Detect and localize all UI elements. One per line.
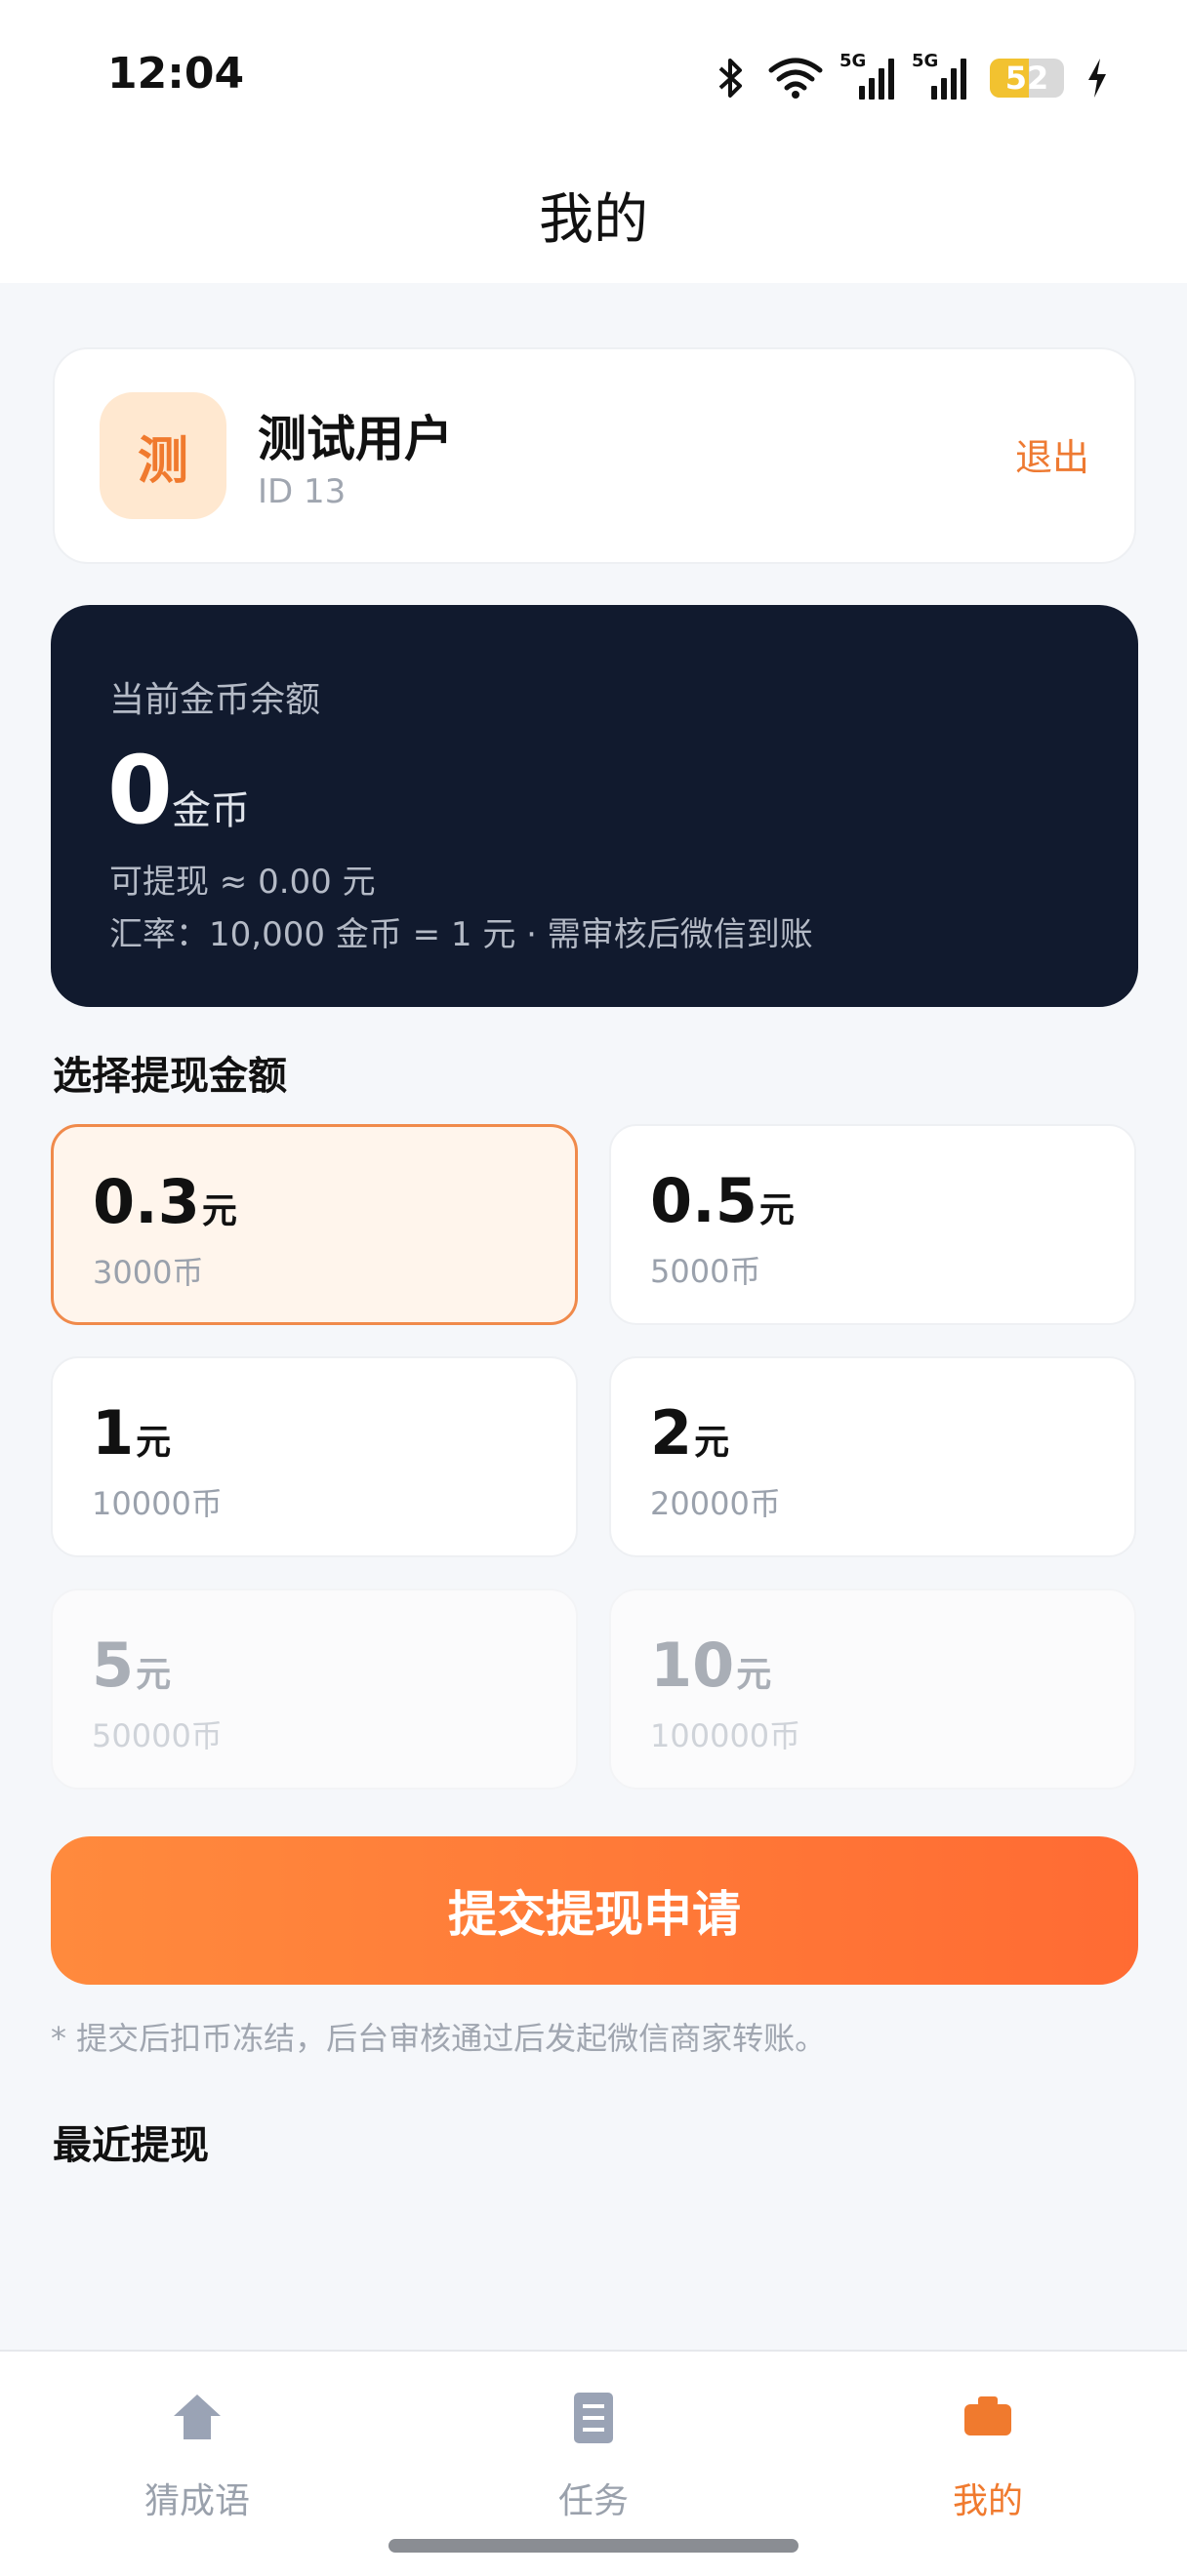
option-amount: 0.5 元 [650, 1165, 795, 1236]
balance-amount: 0 [107, 736, 173, 845]
option-coins: 20000币 [650, 1485, 781, 1522]
option-yuan: 元 [758, 1190, 795, 1230]
option-value: 0.3 [93, 1166, 200, 1237]
option-coins: 3000币 [93, 1254, 204, 1291]
withdraw-option-1[interactable]: 0.5 元 5000币 [609, 1124, 1136, 1325]
wallet-icon [964, 2396, 1011, 2435]
home-icon [174, 2395, 221, 2439]
page-title: 我的 [539, 187, 648, 252]
option-amount: 2 元 [650, 1397, 729, 1469]
withdraw-option-5: 10 元 100000币 [609, 1589, 1136, 1790]
recent-withdrawals-title: 最近提现 [53, 2123, 209, 2168]
task-list-icon [574, 2393, 613, 2443]
option-coins: 10000币 [92, 1485, 223, 1522]
network-type-1: 5G [839, 51, 867, 71]
tab-tasks[interactable]: 任务 [467, 2391, 720, 2537]
option-coins: 100000币 [650, 1717, 801, 1754]
battery-icon: 52 [990, 59, 1064, 98]
withdraw-section-title: 选择提现金额 [53, 1054, 287, 1099]
tab-label: 任务 [557, 2481, 629, 2521]
option-value: 1 [92, 1397, 135, 1469]
battery-percent: 52 [1004, 60, 1049, 97]
option-coins: 5000币 [650, 1253, 761, 1290]
withdraw-option-0[interactable]: 0.3 元 3000币 [51, 1124, 578, 1325]
submit-withdraw-button[interactable]: 提交提现申请 [51, 1836, 1138, 1985]
user-card: 测 测试用户 ID 13 退出 [53, 347, 1136, 564]
option-amount: 1 元 [92, 1397, 171, 1469]
bluetooth-icon [718, 59, 742, 98]
withdraw-option-2[interactable]: 1 元 10000币 [51, 1356, 578, 1557]
status-bar: 12:04 5G 5G 52 [0, 0, 1187, 146]
charging-icon [1088, 59, 1106, 98]
home-indicator[interactable] [389, 2539, 798, 2553]
balance-label: 当前金币余额 [109, 680, 321, 720]
page-header: 我的 [0, 146, 1187, 283]
user-id: ID 13 [258, 472, 347, 511]
withdrawable-amount: 可提现 ≈ 0.00 元 [109, 863, 376, 902]
option-value: 2 [650, 1397, 693, 1469]
user-name: 测试用户 [258, 411, 453, 467]
balance-card: 当前金币余额 0 金币 可提现 ≈ 0.00 元 汇率：10,000 金币 = … [51, 605, 1138, 1007]
option-amount: 10 元 [650, 1630, 771, 1701]
avatar: 测 [100, 392, 226, 519]
status-time: 12:04 [107, 49, 245, 99]
option-coins: 50000币 [92, 1717, 223, 1754]
signal-5g-icon-2: 5G [912, 51, 968, 100]
option-yuan: 元 [136, 1655, 172, 1695]
signal-5g-icon: 5G [839, 51, 896, 100]
withdraw-option-4: 5 元 50000币 [51, 1589, 578, 1790]
option-value: 5 [92, 1630, 135, 1701]
option-value: 10 [650, 1630, 735, 1701]
exchange-rate: 汇率：10,000 金币 = 1 元 · 需审核后微信到账 [109, 915, 813, 954]
option-yuan: 元 [694, 1423, 730, 1463]
tab-guess-idiom[interactable]: 猜成语 [70, 2391, 324, 2537]
tab-mine[interactable]: 我的 [861, 2391, 1115, 2537]
balance-unit: 金币 [172, 788, 250, 833]
withdraw-option-3[interactable]: 2 元 20000币 [609, 1356, 1136, 1557]
option-yuan: 元 [136, 1423, 172, 1463]
withdraw-note: * 提交后扣币冻结，后台审核通过后发起微信商家转账。 [51, 2020, 827, 2057]
tab-label: 我的 [952, 2481, 1023, 2521]
option-value: 0.5 [650, 1165, 757, 1236]
option-amount: 0.3 元 [93, 1166, 237, 1237]
tab-label: 猜成语 [143, 2481, 250, 2521]
profile-page: 12:04 5G 5G 52 我的 测 测试用户 ID 13 退出 当前金币余额… [0, 0, 1187, 2576]
option-amount: 5 元 [92, 1630, 171, 1701]
logout-button[interactable]: 退出 [1015, 427, 1089, 481]
status-icons: 5G 5G 52 [716, 49, 1109, 107]
network-type-2: 5G [912, 51, 939, 71]
wifi-icon [768, 58, 823, 99]
option-yuan: 元 [736, 1655, 772, 1695]
option-yuan: 元 [201, 1191, 237, 1231]
